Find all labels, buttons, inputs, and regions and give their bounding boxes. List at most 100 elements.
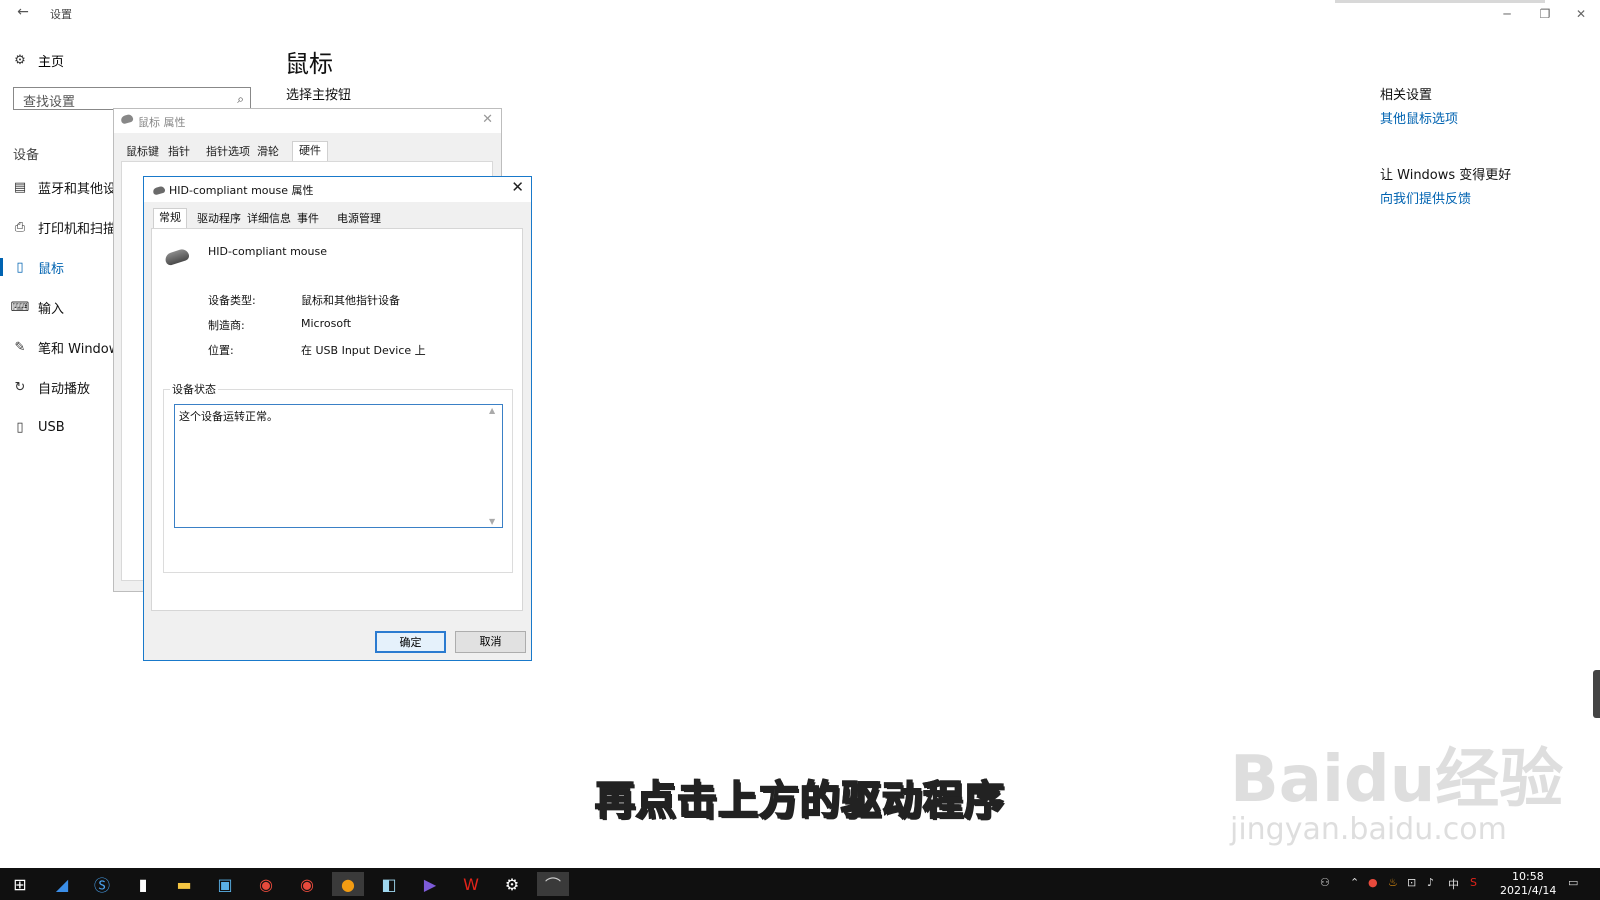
sidebar-item-label: 鼠标 bbox=[38, 261, 65, 277]
pen-icon: ✎ bbox=[14, 339, 26, 355]
device-status-legend: 设备状态 bbox=[170, 381, 218, 397]
device-status-text: 这个设备运转正常。 bbox=[179, 410, 278, 423]
taskbar: ⊞ ◢ Ⓢ ▮ ▬ ▣ ◉ ◉ ● ◧ ▶ W ⚙ ⌒ ⚇ ⌃ ● ♨ ⊡ ♪ … bbox=[0, 868, 1600, 900]
clock-time[interactable]: 10:58 bbox=[1512, 870, 1544, 883]
back-arrow-icon[interactable]: ← bbox=[12, 4, 34, 24]
ime-indicator[interactable]: 中 bbox=[1448, 876, 1459, 892]
manufacturer-value: Microsoft bbox=[301, 317, 352, 330]
chrome-icon[interactable]: ◉ bbox=[250, 872, 282, 896]
feather-app-icon[interactable]: ◢ bbox=[46, 872, 78, 896]
sidebar-item-label: 自动播放 bbox=[38, 381, 91, 397]
keyboard-bluetooth-icon: ▤ bbox=[13, 179, 27, 195]
dialog-title: 鼠标 属性 bbox=[138, 116, 186, 129]
tab-power-management[interactable]: 电源管理 bbox=[335, 210, 383, 228]
network-icon[interactable]: ⊡ bbox=[1407, 876, 1416, 889]
app-title: 设置 bbox=[50, 8, 72, 21]
notepad-icon[interactable]: ▮ bbox=[127, 872, 159, 896]
antivirus-tray-icon[interactable]: ● bbox=[1368, 876, 1378, 889]
top-notification-strip bbox=[1335, 0, 1545, 3]
wps-icon[interactable]: W bbox=[455, 872, 487, 896]
search-input[interactable]: 查找设置 ⌕ bbox=[13, 87, 251, 110]
tab-events[interactable]: 事件 bbox=[295, 210, 321, 228]
section-label: 选择主按钮 bbox=[286, 88, 352, 103]
windows-start-icon[interactable]: ⊞ bbox=[4, 872, 36, 896]
sidebar-item-autoplay[interactable]: ↻ 自动播放 bbox=[12, 375, 90, 399]
search-icon[interactable]: ⌕ bbox=[237, 92, 244, 107]
keyboard-icon: ⌨ bbox=[10, 299, 30, 315]
sidebar-item-typing[interactable]: ⌨ 输入 bbox=[10, 295, 65, 319]
sogou-input-icon[interactable]: S bbox=[1470, 876, 1477, 889]
related-settings-heading: 相关设置 bbox=[1380, 88, 1433, 103]
device-type-label: 设备类型: bbox=[208, 294, 256, 307]
gear-icon: ⚙ bbox=[14, 52, 26, 68]
active-indicator bbox=[0, 258, 3, 276]
page-title: 鼠标 bbox=[285, 50, 333, 78]
location-value: 在 USB Input Device 上 bbox=[301, 344, 426, 357]
sidebar-item-mouse[interactable]: ▯ 鼠标 bbox=[12, 255, 64, 279]
show-hidden-icons-icon[interactable]: ⌃ bbox=[1350, 876, 1359, 889]
search-placeholder: 查找设置 bbox=[23, 95, 76, 110]
media-player-icon[interactable]: ▶ bbox=[414, 872, 446, 896]
file-explorer-icon[interactable]: ▬ bbox=[168, 872, 200, 896]
edge-scroll-handle[interactable] bbox=[1593, 670, 1600, 718]
restore-button[interactable]: ❐ bbox=[1534, 4, 1556, 24]
give-feedback-link[interactable]: 向我们提供反馈 bbox=[1380, 188, 1471, 207]
mouse-icon: ▯ bbox=[16, 259, 24, 275]
tab-hardware[interactable]: 硬件 bbox=[292, 141, 328, 162]
baidu-watermark-logo: Baidu经验 bbox=[1230, 743, 1564, 817]
scrollbar[interactable]: ▲ ▼ bbox=[487, 406, 501, 526]
minimize-button[interactable]: ─ bbox=[1496, 4, 1518, 24]
baidu-watermark-url: jingyan.baidu.com bbox=[1230, 812, 1507, 847]
tab-buttons[interactable]: 鼠标键 bbox=[123, 143, 162, 161]
sidebar-item-usb[interactable]: ▯ USB bbox=[12, 415, 65, 439]
usb-icon: ▯ bbox=[16, 419, 24, 435]
close-button[interactable]: ✕ bbox=[1570, 4, 1592, 24]
tablet-app-icon[interactable]: ◧ bbox=[373, 872, 405, 896]
device-status-textbox[interactable]: 这个设备运转正常。 ▲ ▼ bbox=[174, 404, 503, 528]
scroll-down-icon[interactable]: ▼ bbox=[489, 517, 495, 526]
app-tray-icon[interactable]: ♨ bbox=[1388, 876, 1398, 889]
chat-app-icon[interactable]: ● bbox=[332, 872, 364, 896]
volume-icon[interactable]: ♪ bbox=[1427, 876, 1434, 889]
sidebar-home-label: 主页 bbox=[38, 54, 65, 70]
hid-mouse-properties-dialog: HID-compliant mouse 属性 ✕ 常规 驱动程序 详细信息 事件… bbox=[143, 176, 532, 661]
sidebar-item-label: 笔和 Window bbox=[38, 341, 120, 357]
ok-button[interactable]: 确定 bbox=[375, 631, 446, 653]
device-name: HID-compliant mouse bbox=[208, 245, 327, 258]
tab-wheel[interactable]: 滑轮 bbox=[254, 143, 282, 161]
sidebar-item-bluetooth[interactable]: ▤ 蓝牙和其他设 bbox=[12, 175, 116, 199]
clock-date[interactable]: 2021/4/14 bbox=[1500, 884, 1556, 897]
scroll-up-icon[interactable]: ▲ bbox=[489, 406, 495, 415]
tab-general[interactable]: 常规 bbox=[153, 208, 187, 230]
people-icon[interactable]: ⚇ bbox=[1320, 876, 1330, 889]
s-app-icon[interactable]: Ⓢ bbox=[86, 872, 118, 896]
sidebar-item-label: 打印机和扫描 bbox=[38, 221, 117, 237]
additional-mouse-options-link[interactable]: 其他鼠标选项 bbox=[1380, 108, 1458, 127]
close-icon[interactable]: ✕ bbox=[482, 112, 493, 127]
sidebar-section-title: 设备 bbox=[13, 148, 40, 163]
dialog-title: HID-compliant mouse 属性 bbox=[169, 184, 314, 197]
chrome-profile-icon[interactable]: ◉ bbox=[291, 872, 323, 896]
tab-driver[interactable]: 驱动程序 bbox=[195, 210, 243, 228]
tab-details[interactable]: 详细信息 bbox=[245, 210, 293, 228]
cancel-button[interactable]: 取消 bbox=[455, 631, 526, 653]
manufacturer-label: 制造商: bbox=[208, 319, 245, 332]
autoplay-icon: ↻ bbox=[14, 379, 26, 395]
mouse-properties-icon[interactable]: ⌒ bbox=[537, 872, 569, 896]
location-label: 位置: bbox=[208, 344, 234, 357]
sidebar-item-label: USB bbox=[38, 419, 65, 435]
settings-gear-icon[interactable]: ⚙ bbox=[496, 872, 528, 896]
sidebar-item-pen[interactable]: ✎ 笔和 Window bbox=[12, 335, 120, 359]
sidebar-item-label: 蓝牙和其他设 bbox=[38, 181, 117, 197]
store-icon[interactable]: ▣ bbox=[209, 872, 241, 896]
notification-center-icon[interactable]: ▭ bbox=[1568, 876, 1578, 889]
tab-pointer-options[interactable]: 指针选项 bbox=[203, 143, 253, 161]
printer-icon: ⎙ bbox=[14, 219, 26, 235]
sidebar-home[interactable]: ⚙ 主页 bbox=[12, 48, 64, 72]
sidebar-item-printers[interactable]: ⎙ 打印机和扫描 bbox=[12, 215, 116, 239]
close-icon[interactable]: ✕ bbox=[511, 178, 524, 196]
title-bar bbox=[0, 0, 1600, 28]
tab-pointers[interactable]: 指针 bbox=[165, 143, 193, 161]
sidebar-item-label: 输入 bbox=[38, 301, 65, 317]
make-windows-better-heading: 让 Windows 变得更好 bbox=[1380, 168, 1512, 183]
